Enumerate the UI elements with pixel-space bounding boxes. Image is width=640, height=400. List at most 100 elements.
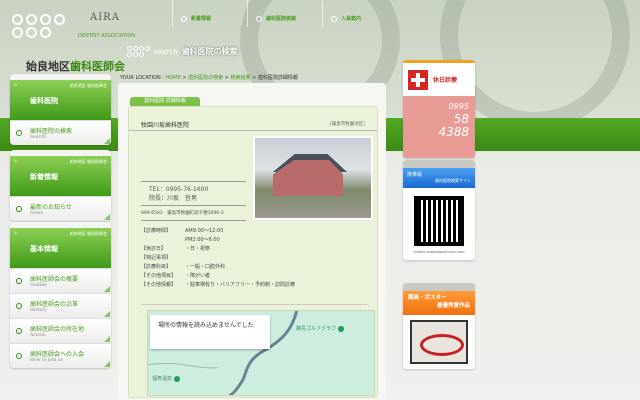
info-key: 【特記事項】 (141, 255, 172, 261)
sidebar-item-join[interactable]: 歯科医師会への入会 How to join us (10, 343, 111, 368)
item-label: 最新のお知らせ (30, 204, 72, 211)
medical-cross-icon (408, 69, 428, 90)
card-cap (403, 283, 475, 291)
detail-panel: 牧園川坂歯科医院 [霧島市牧園地区] TEL：0995-76-1600 院長：川坂… (128, 106, 378, 398)
arrow-icon: ↘ (13, 158, 18, 164)
clinic-address: 899-6503 霧島市牧園町高千穂3096-3 (141, 211, 224, 216)
box-title: 歯科医院 (30, 97, 58, 105)
dots-icon (127, 46, 150, 57)
box-sub: 姶良地区 歯科医師会 (69, 231, 107, 236)
clinic-name: 牧園川坂歯科医院 (141, 122, 190, 129)
phone-part: 4388 (438, 125, 469, 139)
item-en: Search (30, 135, 46, 140)
map-error-message: 場所の情報を読み込めませんでした (150, 315, 270, 349)
info-key: 【その他情報】 (141, 282, 177, 288)
item-en: How to join us (30, 358, 63, 363)
detail-tab: 歯科医院 詳細情報 (130, 97, 200, 106)
google-map[interactable]: 場所の情報を読み込めませんでした 霧島ゴルフクラブ 福寿温泉 (147, 310, 375, 396)
item-en: Outline (30, 283, 47, 288)
box-title: 基本情報 (30, 245, 58, 253)
breadcrumb-results[interactable]: 検索結果 (231, 75, 251, 81)
poster-card[interactable]: 図画・ポスター最優秀賞作品 (403, 283, 475, 369)
box-sub: 姶良地区 歯科医師会 (69, 83, 107, 88)
top-nav: 新着情報 歯科医院検索 入会案内 (172, 0, 397, 27)
poster-title: 図画・ポスター (408, 295, 447, 301)
divider (129, 130, 377, 131)
info-value: ・駐車場有り・バリアフリー・予約制・訪問診療 (185, 282, 296, 288)
card-cap (403, 160, 475, 168)
site-title: 始良地区歯科医師会 (26, 58, 125, 74)
poi-label: 福寿温泉 (152, 376, 173, 382)
breadcrumb-home[interactable]: HOME (166, 75, 181, 81)
arrow-icon: ↘ (13, 82, 18, 88)
info-value: ・一般・口腔外科 (185, 264, 226, 270)
info-key: 【診療科目】 (141, 264, 172, 270)
clinic-area: [霧島市牧園地区] (329, 122, 365, 127)
info-value: ・日・祝祭 (185, 246, 211, 252)
info-value: PM2:00～6:00 (185, 237, 220, 243)
sidebar-item-access[interactable]: 歯科医師会の所在地 Access (10, 318, 111, 343)
sidebar-item-news[interactable]: 最新のお知らせ News (10, 196, 111, 221)
poster-subtitle: 最優秀賞作品 (436, 303, 470, 309)
golf-icon (338, 325, 345, 332)
poi-label: 霧島ゴルフクラブ (296, 326, 337, 332)
clinic-tel: TEL：0995-76-1600 (149, 186, 209, 193)
breadcrumb-search[interactable]: 歯科医院の検索 (188, 75, 223, 81)
logo-dots-icon (12, 14, 66, 38)
poster-image (410, 320, 468, 364)
sidebar-item-search[interactable]: 歯科医院の検索 Search (10, 120, 111, 145)
item-en: News (30, 211, 43, 216)
breadcrumb-prefix: YOUR LOCATION (120, 75, 161, 81)
breadcrumb: YOUR LOCATION : HOME > 歯科医院の検索 > 検索結果 > … (120, 75, 298, 81)
box-title: 新着情報 (30, 173, 58, 181)
site-logo[interactable]: AIRA DENTIST ASSOCIATION 始良地区歯科医師会 (12, 12, 135, 73)
site-title-accent: 歯科医師会 (70, 60, 125, 73)
map-poi-golf[interactable]: 霧島ゴルフクラブ (296, 325, 345, 332)
map-poi-onsen[interactable]: 福寿温泉 (152, 375, 181, 382)
clinic-photo (253, 136, 373, 220)
info-key: 【休診日】 (141, 246, 167, 252)
section-heading-title: 歯科医院の検索 (181, 47, 238, 56)
divider (141, 220, 246, 221)
clinic-director: 院長：川坂 哲男 (149, 195, 198, 202)
holiday-label: 休日診療 (433, 77, 458, 84)
item-label: 歯科医師会の概要 (30, 276, 79, 283)
nav-search[interactable]: 歯科医院検索 (247, 0, 322, 27)
nav-news[interactable]: 新着情報 (172, 0, 247, 27)
mobile-site-card[interactable]: 携帯版 歯科医院検索サイト mobile.aidaikagoshimsu.com (403, 160, 475, 260)
holiday-phone: 0995 58 4388 (403, 96, 475, 158)
box-sub: 姶良地区 歯科医師会 (69, 159, 107, 164)
main-content: 歯科医院 詳細情報 牧園川坂歯科医院 [霧島市牧園地区] TEL：0995-76… (118, 83, 386, 400)
item-label: 歯科医師会への入会 (30, 351, 85, 358)
sidebar-news: ↘ 姶良地区 歯科医師会新着情報 最新のお知らせ News (10, 150, 111, 221)
divider (141, 304, 367, 305)
divider (141, 205, 246, 206)
qr-code-icon (412, 194, 466, 248)
info-value: ・障がい者 (185, 273, 211, 279)
onsen-icon (174, 375, 181, 382)
info-key: 【診療時間】 (141, 228, 172, 234)
item-label: 歯科医師会の所在地 (30, 326, 85, 333)
nav-join[interactable]: 入会案内 (322, 0, 397, 27)
breadcrumb-current: 歯科医院詳細情報 (257, 75, 298, 81)
section-heading-en: search (154, 47, 178, 56)
mobile-url: mobile.aidaikagoshimsu.com (413, 250, 465, 254)
item-en: History (30, 308, 47, 313)
sidebar-clinic: ↘ 姶良地区 歯科医師会歯科医院 歯科医院の検索 Search (10, 74, 111, 145)
clinic-info: 【診療時間】 AM9:00～12:00 PM2:00～6:00 【休診日】 ・日・祝… (141, 227, 295, 290)
logo-subtitle: DENTIST ASSOCIATION (78, 33, 136, 39)
section-heading: search 歯科医院の検索 (127, 46, 238, 57)
sidebar-item-history[interactable]: 歯科医師会の沿革 History (10, 293, 111, 318)
info-value: AM9:00～12:00 (185, 228, 224, 234)
info-key: 【その他項目】 (141, 273, 177, 279)
divider (141, 181, 246, 182)
info-key (141, 236, 185, 245)
logo-text: AIRA (90, 12, 120, 23)
mobile-sub: 歯科医院検索サイト (435, 178, 471, 183)
holiday-clinic-card[interactable]: 休日診療 0995 58 4388 (403, 60, 475, 158)
sidebar-item-outline[interactable]: 歯科医師会の概要 Outline (10, 268, 111, 293)
arrow-icon: ↘ (13, 230, 18, 236)
sidebar-basic-info: ↘ 姶良地区 歯科医師会基本情報 歯科医師会の概要 Outline 歯科医師会の沿革… (10, 222, 111, 368)
item-en: Access (30, 333, 46, 338)
item-label: 歯科医院の検索 (30, 128, 73, 135)
